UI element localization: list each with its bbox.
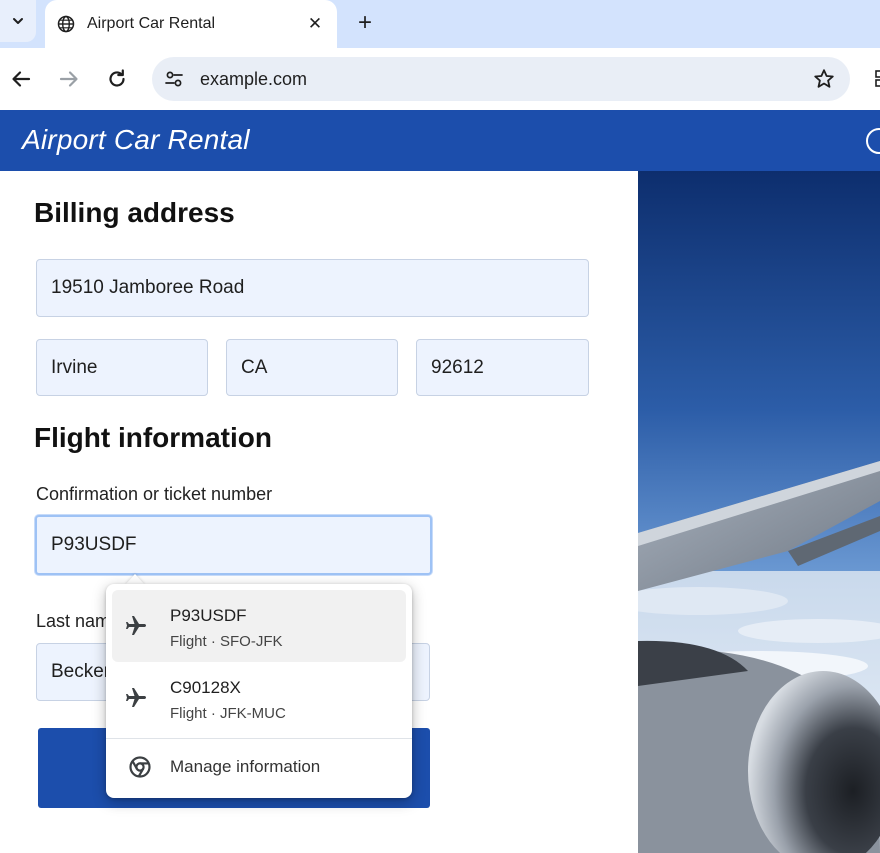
billing-heading: Billing address (34, 197, 235, 228)
globe-icon (57, 15, 75, 33)
last-name-value: Becker (51, 661, 111, 682)
last-name-label: Last name (36, 611, 106, 631)
site-title[interactable]: Airport Car Rental (22, 124, 250, 156)
extensions-icon[interactable] (870, 70, 880, 88)
zip-input[interactable]: 92612 (416, 339, 589, 396)
tab-search-button[interactable] (0, 0, 36, 42)
browser-toolbar: example.com (0, 48, 880, 110)
browser-tab-active[interactable]: Airport Car Rental ✕ (45, 0, 337, 48)
street-address-input[interactable]: 19510 Jamboree Road (36, 259, 589, 317)
chevron-down-icon (13, 18, 23, 24)
new-tab-button[interactable]: + (352, 9, 378, 36)
suggestion-value: C90128X (170, 678, 241, 697)
tab-close-icon[interactable]: ✕ (305, 14, 325, 34)
manage-information-label: Manage information (170, 757, 321, 776)
confirmation-label: Confirmation or ticket number (36, 484, 273, 504)
site-header: Airport Car Rental (0, 110, 880, 171)
site-info-icon[interactable] (164, 69, 184, 89)
airplane-icon (126, 616, 146, 635)
address-bar[interactable]: example.com (152, 57, 850, 101)
manage-information-item[interactable]: Manage information (112, 742, 406, 792)
airplane-wing-illustration (638, 171, 880, 853)
forward-arrow-icon (59, 71, 78, 87)
tab-title: Airport Car Rental (87, 15, 216, 32)
city-input[interactable]: Irvine (36, 339, 208, 396)
autofill-divider (106, 738, 412, 739)
autofill-dropdown: P93USDF Flight · SFO-JFK C90128X Flight … (106, 584, 412, 798)
airplane-wing-photo (638, 171, 880, 853)
state-input[interactable]: CA (226, 339, 398, 396)
chrome-logo-icon (129, 756, 151, 778)
confirmation-number-input[interactable]: P93USDF (35, 515, 432, 575)
back-arrow-icon (12, 71, 31, 87)
tab-strip: Airport Car Rental ✕ + (0, 0, 880, 48)
reload-button[interactable] (104, 66, 130, 92)
back-button[interactable] (8, 66, 34, 92)
airplane-icon (126, 688, 146, 707)
reload-icon (109, 69, 125, 87)
autofill-suggestion[interactable]: C90128X Flight · JFK-MUC (112, 662, 406, 734)
suggestion-value: P93USDF (170, 606, 247, 625)
account-icon[interactable] (866, 128, 880, 154)
autofill-suggestion[interactable]: P93USDF Flight · SFO-JFK (112, 590, 406, 662)
suggestion-detail: Flight · JFK-MUC (170, 705, 286, 722)
bookmark-star-icon[interactable] (812, 67, 836, 91)
suggestion-detail: Flight · SFO-JFK (170, 633, 283, 650)
url-text[interactable]: example.com (200, 69, 307, 90)
forward-button[interactable] (56, 66, 82, 92)
flight-heading: Flight information (34, 422, 272, 453)
